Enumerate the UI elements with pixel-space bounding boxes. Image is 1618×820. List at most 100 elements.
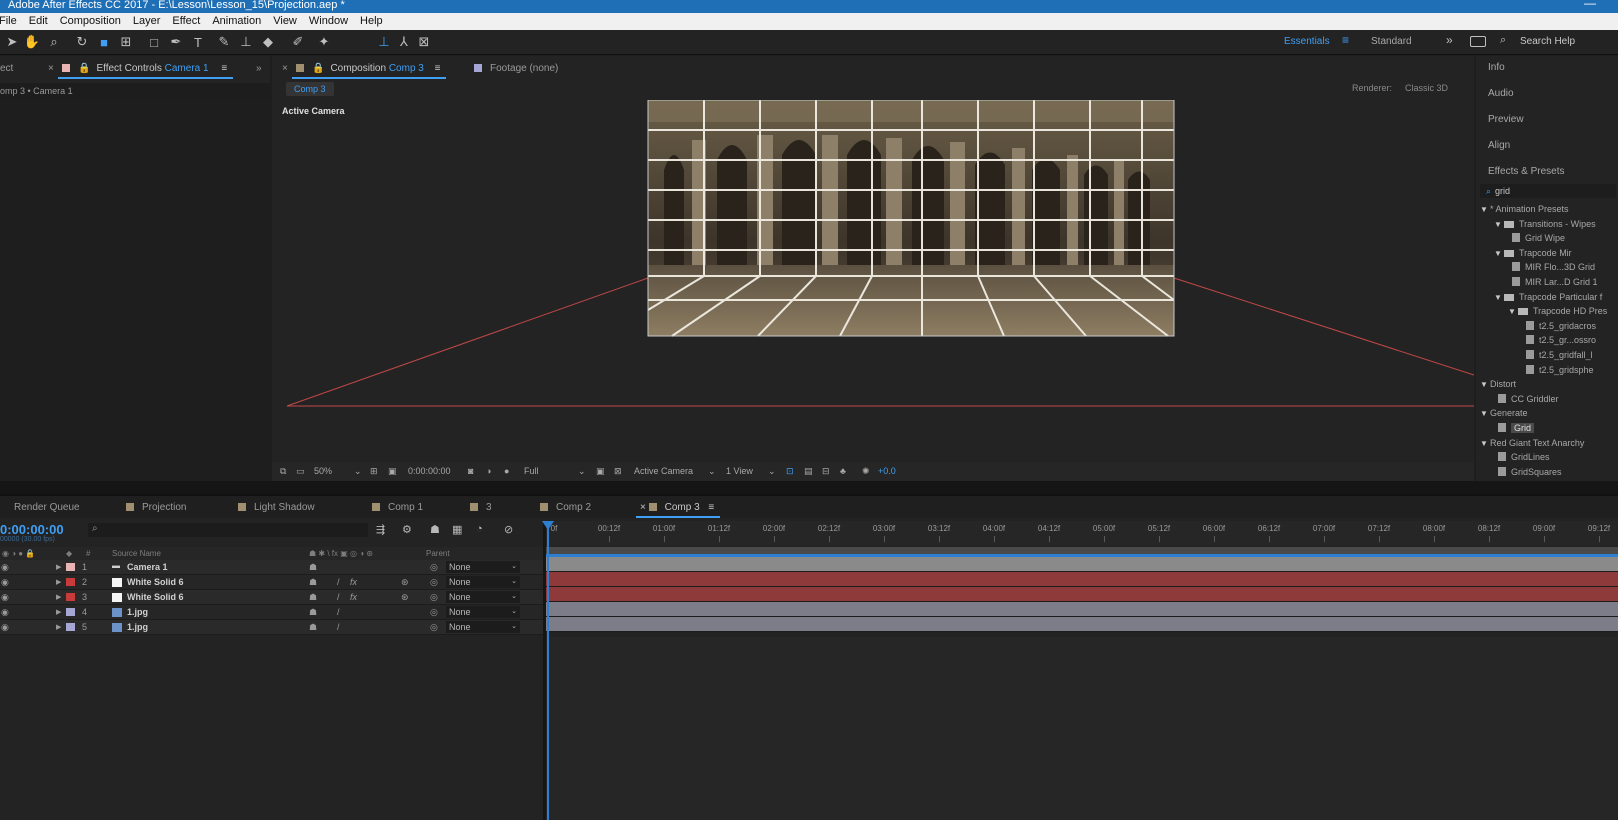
expand-panel-icon[interactable]: » [256, 63, 262, 74]
quality-switch-icon[interactable]: / [337, 592, 340, 602]
effects-tree-item[interactable]: MIR Flo...3D Grid [1508, 262, 1595, 272]
tab-project[interactable]: ect [0, 63, 13, 74]
draft-3d-icon[interactable]: ⚙ [402, 523, 412, 536]
menu-effect[interactable]: Effect [166, 13, 206, 30]
parent-pickwhip-icon[interactable]: ◎ [430, 562, 438, 573]
rotation-tool-icon[interactable]: ↻ [74, 34, 90, 50]
shy-layers-icon[interactable]: ☗ [430, 523, 440, 536]
tab-composition[interactable]: 🔒 Composition Comp 3 ≡ [291, 63, 447, 79]
parent-dropdown[interactable]: None ⌄ [446, 576, 520, 588]
effects-presets-panel-header[interactable]: Effects & Presets [1488, 166, 1565, 177]
timeline-tab[interactable]: 3 [470, 502, 492, 513]
timeline-divider[interactable] [543, 521, 546, 820]
layer-name[interactable]: White Solid 6 [127, 592, 184, 602]
align-panel-header[interactable]: Align [1488, 140, 1510, 151]
layer-name[interactable]: White Solid 6 [127, 577, 184, 587]
visibility-eye-icon[interactable]: ◉ [1, 562, 9, 573]
info-panel-header[interactable]: Info [1488, 62, 1505, 73]
quality-switch-icon[interactable]: / [337, 607, 340, 617]
visibility-eye-icon[interactable]: ◉ [1, 592, 9, 603]
camera-tool-icon[interactable]: ■ [96, 34, 112, 50]
clone-stamp-tool-icon[interactable]: ⊥ [238, 34, 254, 50]
chevron-down-icon[interactable]: ⌄ [768, 466, 776, 477]
eraser-tool-icon[interactable]: ◆ [260, 34, 276, 50]
comp-navigator-tab[interactable]: Comp 3 [286, 82, 334, 96]
expand-triangle-icon[interactable]: ▼ [1480, 409, 1490, 418]
label-color-swatch[interactable] [66, 608, 75, 616]
quality-switch-icon[interactable]: / [337, 622, 340, 632]
shy-switch-icon[interactable]: ☗ [309, 607, 317, 618]
local-axis-mode-icon[interactable]: ⊥ [376, 34, 392, 50]
toggle-pixel-aspect-icon[interactable]: ⊡ [786, 466, 794, 477]
motion-blur-icon[interactable]: ◔ [476, 523, 483, 535]
region-of-interest-icon[interactable]: ▣ [388, 466, 397, 477]
menu-view[interactable]: View [267, 13, 303, 30]
zoom-dropdown[interactable]: 50% [314, 466, 332, 476]
fast-previews-icon[interactable]: ▣ [596, 466, 605, 477]
preview-panel-header[interactable]: Preview [1488, 114, 1524, 125]
type-tool-icon[interactable]: T [190, 34, 206, 50]
panel-menu-icon[interactable]: ≡ [706, 502, 714, 513]
current-time-display[interactable]: 0:00:00:00 [408, 466, 451, 476]
layer-track-bar[interactable] [546, 587, 1618, 602]
exposure-icon[interactable]: ✺ [862, 466, 870, 477]
composition-mini-flowchart-icon[interactable]: ⇶ [376, 523, 385, 536]
resolution-dropdown[interactable]: Full [524, 466, 539, 476]
visibility-eye-icon[interactable]: ◉ [1, 607, 9, 618]
exposure-value[interactable]: +0.0 [878, 466, 896, 476]
parent-dropdown[interactable]: None ⌄ [446, 606, 520, 618]
workspace-menu-icon[interactable]: ≡ [1342, 33, 1349, 47]
effects-tree-item[interactable]: GridLines [1494, 452, 1550, 462]
chevron-down-icon[interactable]: ⌄ [578, 466, 586, 477]
tab-effect-controls[interactable]: 🔒 Effect Controls Camera 1 ≡ [57, 63, 234, 79]
menu-composition[interactable]: Composition [54, 13, 127, 30]
expand-triangle-icon[interactable]: ▶ [56, 578, 61, 586]
expand-triangle-icon[interactable]: ▼ [1480, 205, 1490, 214]
close-tab-icon[interactable]: × [48, 63, 54, 74]
frame-blending-icon[interactable]: ▦ [452, 523, 462, 536]
menu-layer[interactable]: Layer [127, 13, 167, 30]
layer-name[interactable]: 1.jpg [127, 607, 148, 617]
pen-tool-icon[interactable]: ✒ [168, 34, 184, 50]
monitor-icon[interactable]: ▭ [296, 466, 305, 477]
expand-triangle-icon[interactable]: ▼ [1494, 249, 1504, 258]
always-preview-icon[interactable]: ⧉ [280, 466, 286, 477]
effects-tree-item[interactable]: ▼ Trapcode Particular f [1494, 292, 1602, 302]
fx-switch-icon[interactable]: fx [350, 592, 357, 602]
close-tab-icon[interactable]: × [640, 502, 649, 513]
world-axis-mode-icon[interactable]: ⅄ [396, 34, 412, 50]
layer-name[interactable]: Camera 1 [127, 562, 168, 572]
timeline-tab[interactable]: Comp 2 [540, 502, 591, 513]
effects-tree-item[interactable]: CC Griddler [1494, 393, 1559, 404]
shy-switch-icon[interactable]: ☗ [309, 592, 317, 603]
camera-view-dropdown[interactable]: Active Camera [634, 466, 693, 476]
selection-tool-icon[interactable]: ➤ [4, 34, 20, 50]
expand-triangle-icon[interactable]: ▶ [56, 593, 61, 601]
expand-triangle-icon[interactable]: ▼ [1480, 439, 1490, 448]
label-color-swatch[interactable] [66, 593, 75, 601]
3d-layer-switch-icon[interactable]: ⊛ [401, 577, 409, 588]
chevron-down-icon[interactable]: ⌄ [354, 466, 362, 477]
puppet-pin-tool-icon[interactable]: ✦ [316, 34, 332, 50]
audio-panel-header[interactable]: Audio [1488, 88, 1514, 99]
shy-switch-icon[interactable]: ☗ [309, 622, 317, 633]
rectangle-tool-icon[interactable]: □ [146, 34, 162, 50]
effects-tree-item[interactable]: ▼ Red Giant Text Anarchy [1480, 438, 1584, 448]
visibility-eye-icon[interactable]: ◉ [1, 577, 9, 588]
effects-tree-item[interactable]: t2.5_gridsphe [1522, 364, 1594, 375]
expand-triangle-icon[interactable]: ▼ [1494, 293, 1504, 302]
hand-tool-icon[interactable]: ✋ [24, 34, 40, 50]
effects-search-input[interactable]: ⌕ grid [1480, 184, 1616, 198]
render-3d-icon[interactable]: ▤ [804, 466, 813, 477]
view-layout-dropdown[interactable]: 1 View [726, 466, 753, 476]
label-color-swatch[interactable] [66, 623, 75, 631]
renderer-value[interactable]: Classic 3D [1405, 83, 1448, 93]
parent-dropdown[interactable]: None ⌄ [446, 591, 520, 603]
layer-row[interactable]: ◉ ▶ 2 White Solid 6 ☗ / fx ⊛ ◎ None ⌄ [0, 575, 543, 590]
workspace-standard[interactable]: Standard [1371, 36, 1412, 47]
panel-menu-icon[interactable]: ≡ [435, 63, 441, 74]
layer-row[interactable]: ◉ ▶ 1 ▬ Camera 1 ☗ ◎ None ⌄ [0, 560, 543, 575]
effects-tree-item[interactable]: ▼ Transitions - Wipes [1494, 219, 1596, 229]
pan-behind-tool-icon[interactable]: ⊞ [118, 34, 134, 50]
layer-track-bar[interactable] [546, 572, 1618, 587]
